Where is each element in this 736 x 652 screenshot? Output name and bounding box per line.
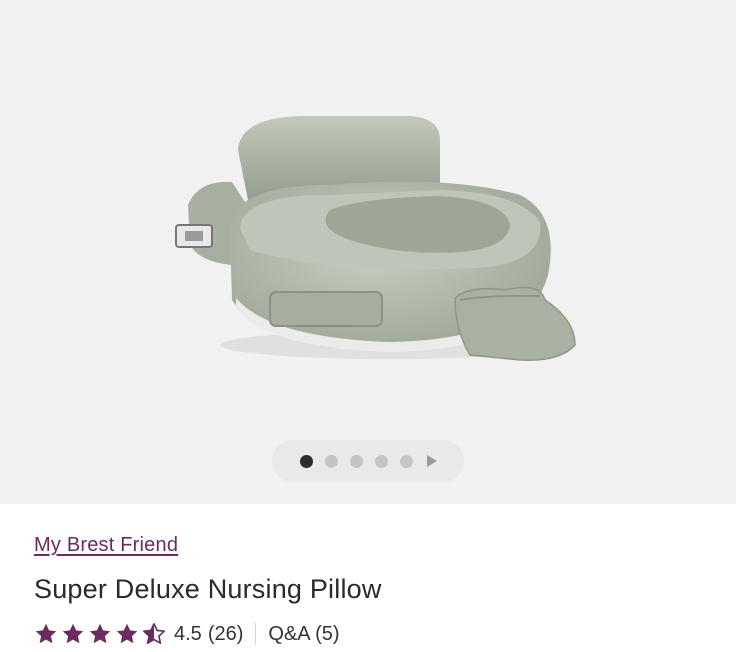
star-full-icon	[61, 622, 85, 646]
product-title: Super Deluxe Nursing Pillow	[34, 574, 382, 604]
star-full-icon	[88, 622, 112, 646]
star-rating	[34, 622, 166, 646]
carousel-dot-3[interactable]	[349, 454, 363, 468]
rating-row[interactable]: 4.5 (26) Q&A (5)	[34, 620, 340, 648]
qa-link[interactable]: Q&A (5)	[268, 623, 339, 646]
product-image[interactable]	[0, 0, 736, 504]
carousel-indicator	[272, 440, 464, 482]
product-image-gallery[interactable]	[0, 0, 736, 504]
star-full-icon	[34, 622, 58, 646]
star-full-icon	[115, 622, 139, 646]
star-half-icon	[142, 622, 166, 646]
play-arrow-icon[interactable]	[426, 455, 437, 467]
rating-value: 4.5	[174, 622, 202, 645]
product-info: My Brest Friend Super Deluxe Nursing Pil…	[0, 504, 736, 652]
carousel-dot-5[interactable]	[399, 454, 413, 468]
brand-link[interactable]: My Brest Friend	[34, 534, 178, 557]
carousel-dot-1[interactable]	[299, 454, 313, 468]
review-count[interactable]: (26)	[208, 623, 244, 646]
carousel-dot-2[interactable]	[324, 454, 338, 468]
divider	[255, 623, 257, 645]
carousel-dot-4[interactable]	[374, 454, 388, 468]
